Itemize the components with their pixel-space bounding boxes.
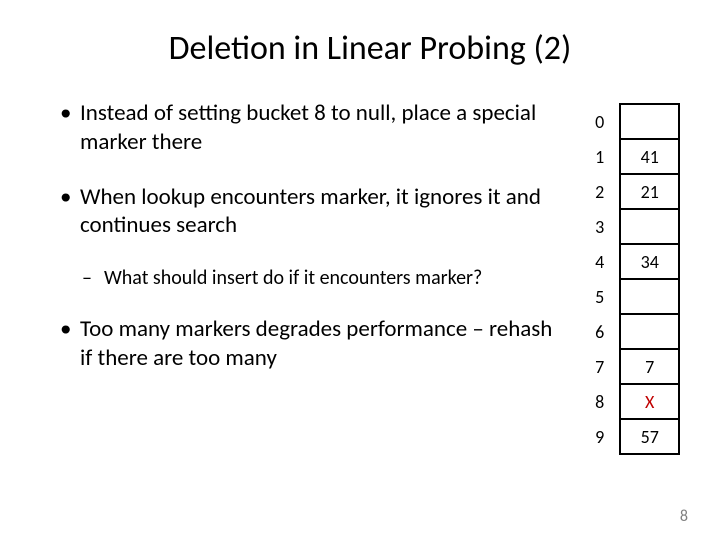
row-index: 1	[580, 139, 620, 174]
row-value	[620, 104, 679, 139]
table-row: 0	[580, 104, 679, 139]
bullet-2: When lookup encounters marker, it ignore…	[60, 183, 562, 241]
row-index: 3	[580, 209, 620, 244]
row-index: 2	[580, 174, 620, 209]
content-area: Instead of setting bucket 8 to null, pla…	[60, 99, 680, 455]
row-value	[620, 314, 679, 349]
row-index: 7	[580, 349, 620, 384]
row-index: 8	[580, 384, 620, 419]
row-value: 41	[620, 139, 679, 174]
table-row: 5	[580, 279, 679, 314]
row-index: 6	[580, 314, 620, 349]
table-row: 6	[580, 314, 679, 349]
text-column: Instead of setting bucket 8 to null, pla…	[60, 99, 580, 455]
table-column: 0 141 221 3 434 5 6 77 8X 957	[580, 99, 680, 455]
row-value: 34	[620, 244, 679, 279]
row-index: 9	[580, 419, 620, 454]
hash-table: 0 141 221 3 434 5 6 77 8X 957	[580, 103, 680, 455]
row-value	[620, 209, 679, 244]
row-value: 21	[620, 174, 679, 209]
table-row: 957	[580, 419, 679, 454]
bullet-2-sub: What should insert do if it encounters m…	[60, 266, 562, 291]
bullet-1: Instead of setting bucket 8 to null, pla…	[60, 99, 562, 157]
table-row: 434	[580, 244, 679, 279]
row-index: 0	[580, 104, 620, 139]
table-row: 141	[580, 139, 679, 174]
row-value: 7	[620, 349, 679, 384]
row-value: 57	[620, 419, 679, 454]
slide: Deletion in Linear Probing (2) Instead o…	[0, 0, 720, 540]
table-row: 77	[580, 349, 679, 384]
row-value-marker: X	[620, 384, 679, 419]
page-number: 8	[680, 507, 688, 526]
slide-title: Deletion in Linear Probing (2)	[60, 28, 680, 69]
row-index: 5	[580, 279, 620, 314]
bullet-3: Too many markers degrades performance – …	[60, 315, 562, 373]
row-index: 4	[580, 244, 620, 279]
table-row: 3	[580, 209, 679, 244]
table-row: 221	[580, 174, 679, 209]
row-value	[620, 279, 679, 314]
table-row: 8X	[580, 384, 679, 419]
